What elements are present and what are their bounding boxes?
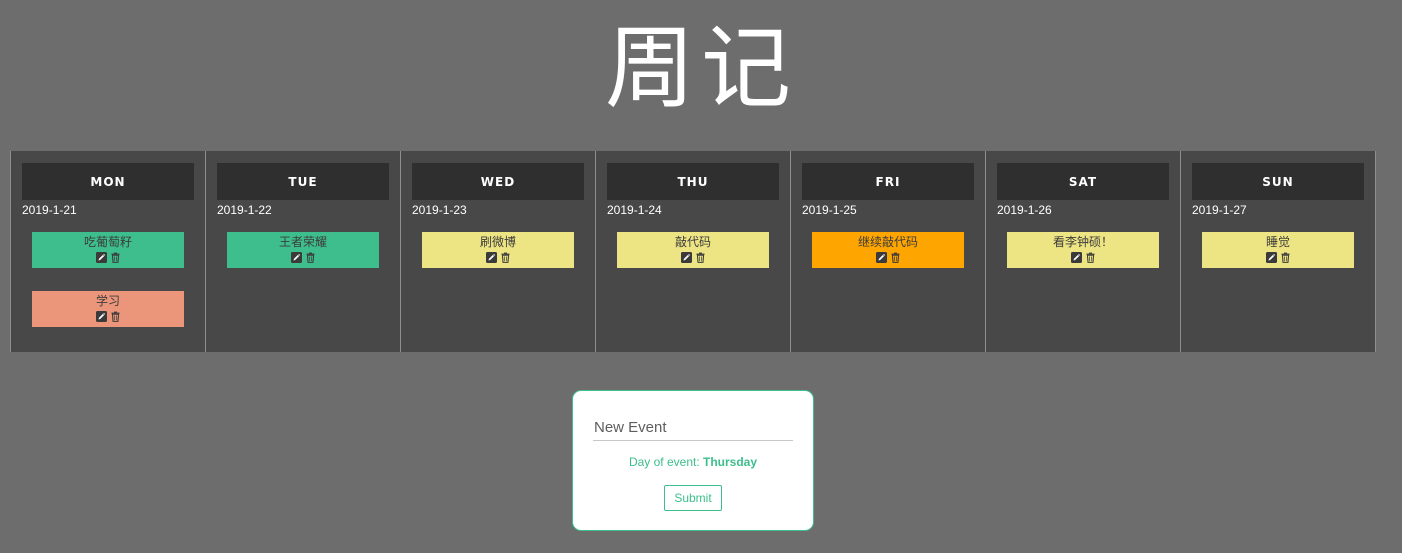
- event-actions: [680, 252, 706, 263]
- pencil-icon[interactable]: [290, 252, 302, 263]
- event-list: 刷微博: [422, 232, 574, 291]
- day-date: 2019-1-22: [217, 203, 272, 217]
- day-header: FRI: [802, 163, 974, 200]
- day-date: 2019-1-25: [802, 203, 857, 217]
- day-date: 2019-1-27: [1192, 203, 1247, 217]
- submit-button[interactable]: Submit: [664, 485, 722, 511]
- day-of-event-value: Thursday: [703, 455, 758, 469]
- day-header: MON: [22, 163, 194, 200]
- day-column-tue: TUE 2019-1-22 王者荣耀: [206, 151, 401, 352]
- trash-icon[interactable]: [500, 252, 511, 263]
- event-title: 刷微博: [479, 235, 516, 249]
- day-header: WED: [412, 163, 584, 200]
- event-actions: [290, 252, 316, 263]
- day-header: THU: [607, 163, 779, 200]
- pencil-icon[interactable]: [680, 252, 692, 263]
- event-title: 睡觉: [1265, 235, 1290, 249]
- event-card[interactable]: 吃葡萄籽: [32, 232, 184, 268]
- trash-icon[interactable]: [1280, 252, 1291, 263]
- event-card[interactable]: 睡觉: [1202, 232, 1354, 268]
- event-card[interactable]: 学习: [32, 291, 184, 327]
- event-title: 继续敲代码: [857, 235, 918, 249]
- new-event-form: Day of event: Thursday Submit: [572, 390, 814, 531]
- event-list: 王者荣耀: [227, 232, 379, 291]
- pencil-icon[interactable]: [875, 252, 887, 263]
- event-list: 敲代码: [617, 232, 769, 291]
- day-date: 2019-1-21: [22, 203, 77, 217]
- event-title: 王者荣耀: [278, 235, 327, 249]
- event-list: 继续敲代码: [812, 232, 964, 291]
- pencil-icon[interactable]: [485, 252, 497, 263]
- pencil-icon[interactable]: [95, 311, 107, 322]
- event-actions: [95, 311, 121, 322]
- day-date: 2019-1-24: [607, 203, 662, 217]
- event-actions: [875, 252, 901, 263]
- day-column-fri: FRI 2019-1-25 继续敲代码: [791, 151, 986, 352]
- event-actions: [1070, 252, 1096, 263]
- pencil-icon[interactable]: [1265, 252, 1277, 263]
- event-title: 看李钟硕！: [1052, 235, 1113, 249]
- day-column-wed: WED 2019-1-23 刷微博: [401, 151, 596, 352]
- event-actions: [95, 252, 121, 263]
- event-list: 睡觉: [1202, 232, 1354, 291]
- event-title: 吃葡萄籽: [83, 235, 132, 249]
- day-column-thu: THU 2019-1-24 敲代码: [596, 151, 791, 352]
- page-title: 周记: [605, 16, 797, 121]
- day-of-event-label: Day of event:: [628, 455, 700, 469]
- event-card[interactable]: 刷微博: [422, 232, 574, 268]
- trash-icon[interactable]: [890, 252, 901, 263]
- day-header: SUN: [1192, 163, 1364, 200]
- event-actions: [485, 252, 511, 263]
- pencil-icon[interactable]: [95, 252, 107, 263]
- day-of-event: Day of event: Thursday: [573, 455, 813, 469]
- day-column-sun: SUN 2019-1-27 睡觉: [1181, 151, 1376, 352]
- day-column-mon: MON 2019-1-21 吃葡萄籽学习: [10, 151, 206, 352]
- day-header: SAT: [997, 163, 1169, 200]
- pencil-icon[interactable]: [1070, 252, 1082, 263]
- day-date: 2019-1-23: [412, 203, 467, 217]
- trash-icon[interactable]: [1085, 252, 1096, 263]
- event-card[interactable]: 敲代码: [617, 232, 769, 268]
- day-date: 2019-1-26: [997, 203, 1052, 217]
- event-actions: [1265, 252, 1291, 263]
- day-column-sat: SAT 2019-1-26 看李钟硕！: [986, 151, 1181, 352]
- event-list: 吃葡萄籽 学习: [32, 232, 184, 350]
- day-header: TUE: [217, 163, 389, 200]
- new-event-input[interactable]: [593, 415, 793, 441]
- trash-icon[interactable]: [695, 252, 706, 263]
- event-title: 学习: [95, 294, 120, 308]
- event-card[interactable]: 继续敲代码: [812, 232, 964, 268]
- trash-icon[interactable]: [110, 311, 121, 322]
- event-card[interactable]: 看李钟硕！: [1007, 232, 1159, 268]
- event-list: 看李钟硕！: [1007, 232, 1159, 291]
- event-title: 敲代码: [674, 235, 711, 249]
- week-board: MON 2019-1-21 吃葡萄籽学习 TUE 2019-1-22 王者荣耀 WED 201…: [10, 151, 1376, 352]
- trash-icon[interactable]: [305, 252, 316, 263]
- event-card[interactable]: 王者荣耀: [227, 232, 379, 268]
- trash-icon[interactable]: [110, 252, 121, 263]
